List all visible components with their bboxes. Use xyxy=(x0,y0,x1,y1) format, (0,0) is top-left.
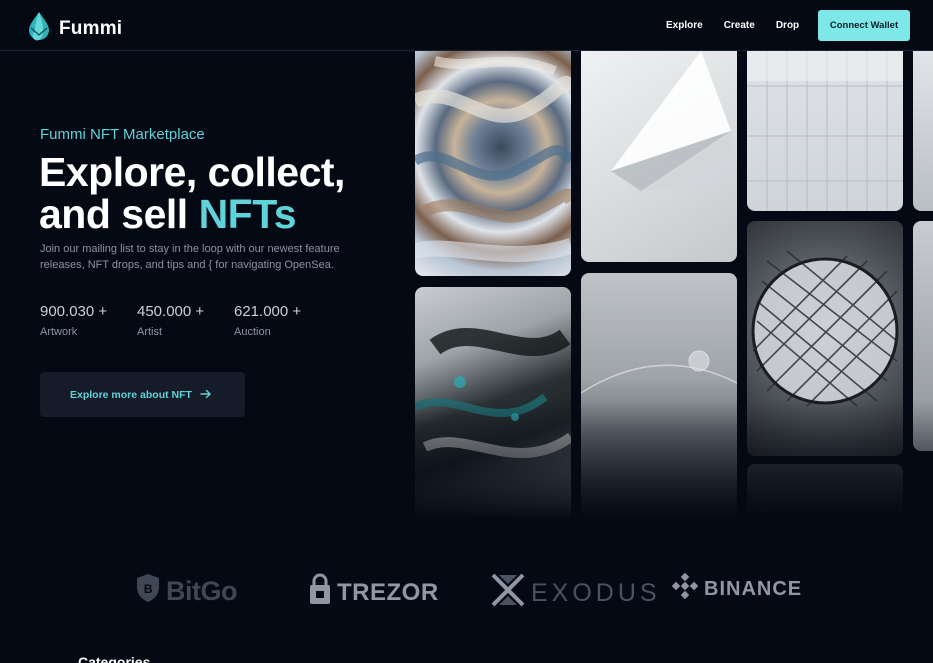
hero-title-accent: NFTs xyxy=(198,191,297,237)
nft-card-abstract-swirl[interactable] xyxy=(415,51,571,276)
nft-card-white-folded-paper[interactable] xyxy=(581,51,737,262)
brand-logo[interactable]: Fummi xyxy=(27,11,122,46)
partner-name: TREZOR xyxy=(337,578,439,606)
nav-link-drop[interactable]: Drop xyxy=(776,20,799,31)
nav-link-explore[interactable]: Explore xyxy=(666,20,703,31)
stat-value: 900.030 + xyxy=(40,303,108,320)
stat-value: 621.000 + xyxy=(234,303,302,320)
stat-label: Auction xyxy=(234,326,271,338)
partner-name: BitGo xyxy=(166,576,238,606)
shield-icon: B xyxy=(136,573,160,610)
partner-trezor: TREZOR xyxy=(309,573,439,612)
stat-label: Artwork xyxy=(40,326,78,338)
nft-gallery xyxy=(415,51,933,531)
hero-description: Join our mailing list to stay in the loo… xyxy=(40,243,340,271)
nft-card-dark-lower[interactable] xyxy=(747,464,903,531)
nft-card-white-partial-top[interactable] xyxy=(913,51,933,211)
stat-artwork: 900.030 + Artwork xyxy=(40,303,137,338)
stat-label: Artist xyxy=(137,326,163,338)
nft-card-lattice-sphere[interactable] xyxy=(747,221,903,456)
stat-artist: 450.000 + Artist xyxy=(137,303,234,338)
partner-logos: B BitGo TREZOR EXODUS BINANCE xyxy=(0,565,933,621)
nav-link-create[interactable]: Create xyxy=(724,20,755,31)
partner-name: EXODUS xyxy=(531,579,661,607)
svg-text:B: B xyxy=(144,582,153,596)
explore-more-label: Explore more about NFT xyxy=(70,388,192,401)
nav-links: Explore Create Drop xyxy=(666,20,799,31)
hero-eyebrow: Fummi NFT Marketplace xyxy=(40,126,205,143)
nft-card-glass-sphere-floor[interactable] xyxy=(581,273,737,531)
exodus-x-icon xyxy=(491,573,525,614)
hero-title: Explore, collect, and sell NFTs xyxy=(39,151,345,235)
nft-card-white-building[interactable] xyxy=(747,51,903,211)
hero-stats: 900.030 + Artwork 450.000 + Artist 621.0… xyxy=(40,303,331,338)
stat-auction: 621.000 + Auction xyxy=(234,303,331,338)
nft-card-white-partial-bottom[interactable] xyxy=(913,221,933,451)
categories-heading: Categories xyxy=(78,654,151,663)
partner-bitgo: B BitGo xyxy=(136,573,238,610)
brand-name: Fummi xyxy=(59,17,123,39)
explore-more-button[interactable]: Explore more about NFT xyxy=(40,372,245,417)
hero-title-line2: and sell xyxy=(39,191,199,237)
arrow-right-icon xyxy=(200,386,212,404)
stat-value: 450.000 + xyxy=(137,303,205,320)
binance-diamond-icon xyxy=(671,572,699,605)
partner-name: BINANCE xyxy=(704,577,803,600)
partner-binance: BINANCE xyxy=(671,572,803,605)
connect-wallet-button[interactable]: Connect Wallet xyxy=(818,10,910,41)
nft-card-dark-marble-fluid[interactable] xyxy=(415,287,571,531)
droplet-logo-icon xyxy=(27,11,51,46)
hero-title-line1: Explore, collect, xyxy=(39,149,345,195)
top-navigation: Fummi Explore Create Drop Connect Wallet xyxy=(0,0,933,51)
partner-exodus: EXODUS xyxy=(491,573,661,614)
lock-icon xyxy=(309,573,331,612)
